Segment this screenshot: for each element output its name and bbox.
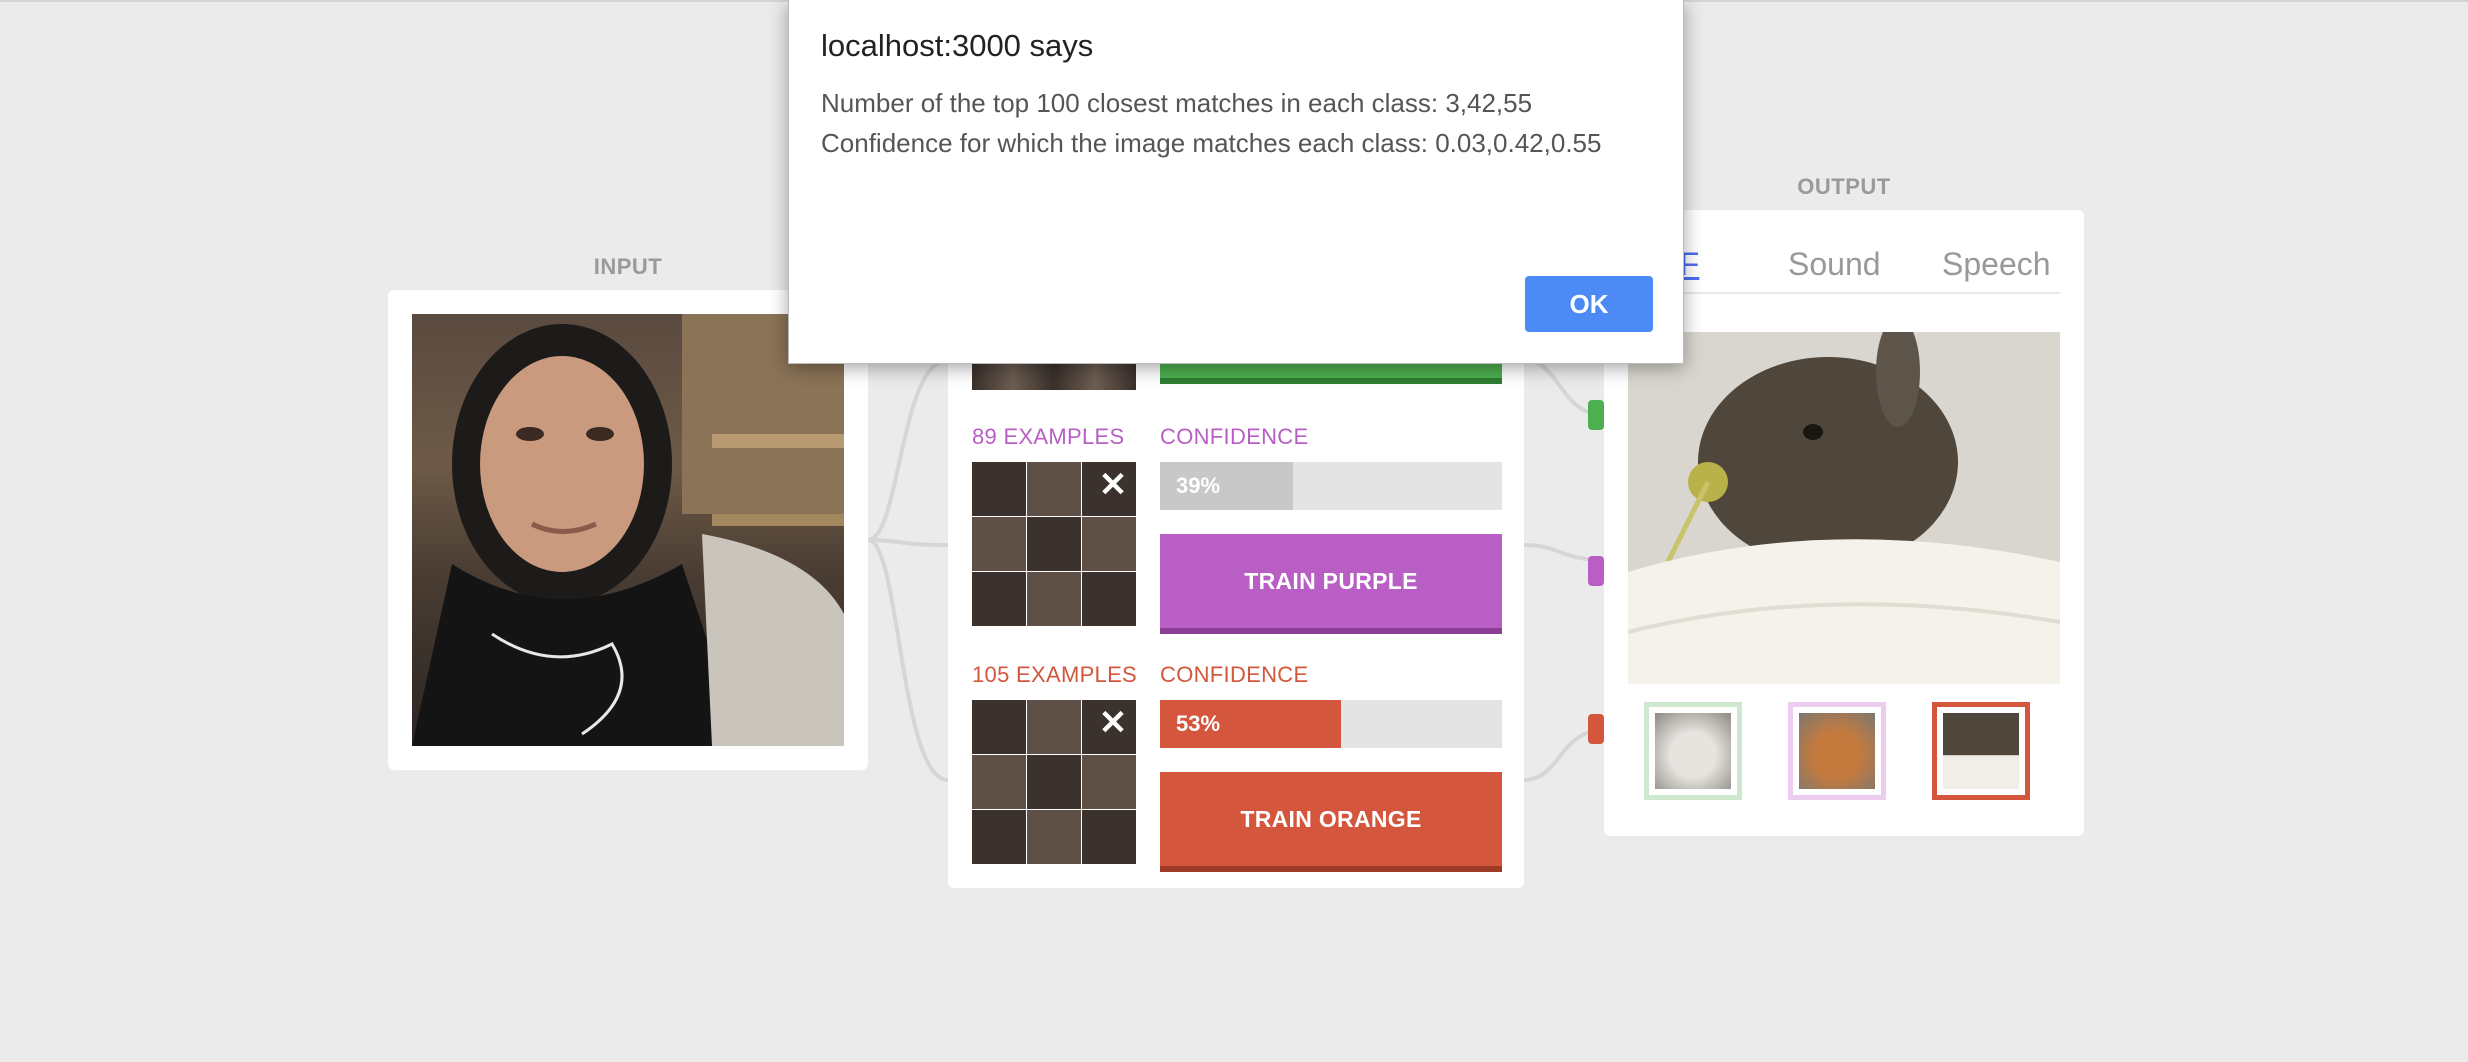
output-label: OUTPUT [1797, 174, 1891, 199]
orange-connector-dot [1588, 714, 1604, 744]
dialog-title: localhost:3000 says [821, 28, 1094, 63]
output-gif [1628, 332, 2060, 684]
output-tabs: GIF Sound Speech [1628, 234, 2060, 294]
orange-confidence-value: 53% [1176, 711, 1221, 736]
train-orange-button[interactable]: TRAIN ORANGE [1160, 772, 1502, 866]
clear-orange-icon[interactable]: ✕ [1098, 706, 1128, 740]
orange-examples-grid[interactable]: ✕ [972, 700, 1136, 864]
ok-button[interactable]: OK [1525, 276, 1653, 332]
purple-examples-count: 89 EXAMPLES [972, 424, 1125, 449]
purple-confidence-bar: 39% [1160, 462, 1502, 510]
orange-examples-count: 105 EXAMPLES [972, 662, 1138, 687]
green-connector-dot [1588, 400, 1604, 430]
train-purple-button[interactable]: TRAIN PURPLE [1160, 534, 1502, 628]
webcam-feed [412, 314, 844, 746]
thumbnail-orange-bunny[interactable] [1788, 702, 1886, 800]
thumbnail-gray-bunny[interactable] [1932, 702, 2030, 800]
purple-connector-dot [1588, 556, 1604, 586]
learning-panel: 89 EXAMPLES CONFIDENCE ✕ 39% TRAIN PURPL… [948, 290, 1524, 888]
input-label: INPUT [593, 254, 663, 279]
thumbnail-white-bunny[interactable] [1644, 702, 1742, 800]
alert-dialog: localhost:3000 says Number of the top 10… [788, 0, 1684, 364]
dialog-message-confidence: Confidence for which the image matches e… [821, 128, 1602, 158]
purple-examples-grid[interactable]: ✕ [972, 462, 1136, 626]
orange-confidence-bar: 53% [1160, 700, 1502, 748]
purple-confidence-label: CONFIDENCE [1160, 424, 1309, 449]
clear-purple-icon[interactable]: ✕ [1098, 468, 1128, 502]
orange-confidence-label: CONFIDENCE [1160, 662, 1309, 687]
purple-confidence-value: 39% [1176, 473, 1221, 498]
tab-speech[interactable]: Speech [1942, 246, 2051, 283]
tab-sound[interactable]: Sound [1788, 246, 1881, 283]
dialog-message-matches: Number of the top 100 closest matches in… [821, 88, 1533, 118]
